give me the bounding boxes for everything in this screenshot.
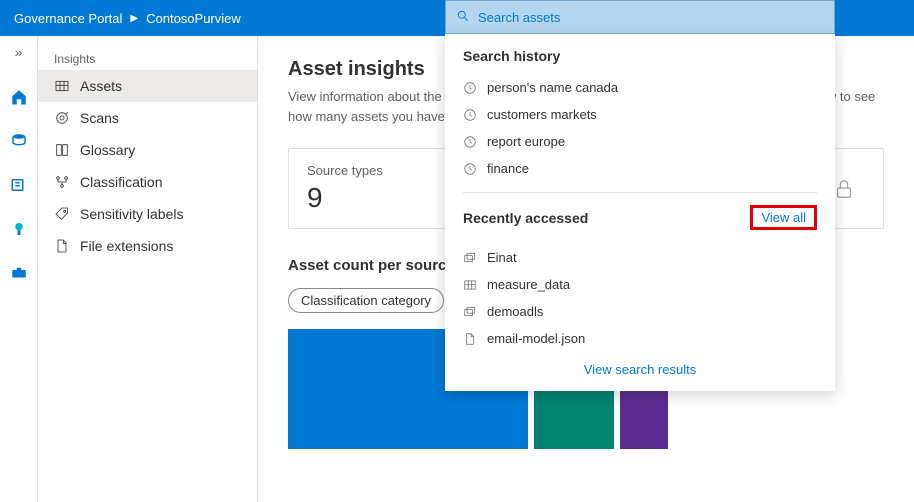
sidebar-item-file-extensions[interactable]: File extensions — [38, 230, 257, 262]
file-icon — [54, 238, 70, 254]
rail-insights-icon[interactable] — [0, 216, 38, 242]
filter-pill[interactable]: Classification category — [288, 288, 444, 313]
sidebar-item-classification[interactable]: Classification — [38, 166, 257, 198]
folders-icon — [463, 251, 477, 265]
sidebar-item-label: File extensions — [80, 238, 173, 254]
history-item[interactable]: report europe — [463, 128, 817, 155]
history-label: customers markets — [487, 107, 597, 122]
sidebar-item-label: Classification — [80, 174, 162, 190]
view-search-results-link[interactable]: View search results — [584, 362, 696, 377]
search-overlay: Search history person's name canada custo… — [445, 0, 835, 391]
history-item[interactable]: finance — [463, 155, 817, 182]
rail-home-icon[interactable] — [0, 84, 38, 110]
book-icon — [54, 142, 70, 158]
sidebar-item-label: Scans — [80, 110, 119, 126]
divider — [463, 192, 817, 193]
tag-icon — [54, 206, 70, 222]
history-item[interactable]: customers markets — [463, 101, 817, 128]
rail-management-icon[interactable] — [0, 260, 38, 286]
lock-icon — [833, 178, 855, 200]
table-icon — [54, 78, 70, 94]
sidebar-item-sensitivity-labels[interactable]: Sensitivity labels — [38, 198, 257, 230]
flow-icon — [54, 174, 70, 190]
recent-heading: Recently accessed — [463, 210, 588, 226]
search-dropdown: Search history person's name canada custo… — [445, 34, 835, 391]
recent-item[interactable]: demoadls — [463, 298, 817, 325]
icon-rail: » — [0, 36, 38, 502]
history-label: finance — [487, 161, 529, 176]
sidebar-item-label: Sensitivity labels — [80, 206, 184, 222]
sidebar-item-scans[interactable]: Scans — [38, 102, 257, 134]
sidebar-item-label: Glossary — [80, 142, 135, 158]
card-source-types: Source types 9 — [288, 148, 448, 229]
breadcrumb-root[interactable]: Governance Portal — [14, 11, 122, 26]
collapse-toggle[interactable]: » — [15, 44, 23, 60]
recent-item[interactable]: measure_data — [463, 271, 817, 298]
sidebar-item-assets[interactable]: Assets — [38, 70, 257, 102]
search-icon — [456, 9, 470, 26]
rail-catalog-icon[interactable] — [0, 172, 38, 198]
breadcrumb-current[interactable]: ContosoPurview — [146, 11, 241, 26]
sidebar-item-label: Assets — [80, 78, 122, 94]
sidebar-item-glossary[interactable]: Glossary — [38, 134, 257, 166]
clock-icon — [463, 135, 477, 149]
recent-item[interactable]: email-model.json — [463, 325, 817, 352]
chevron-right-icon: ▶ — [130, 13, 138, 24]
search-history-heading: Search history — [463, 48, 817, 64]
sidebar: Insights Assets Scans Glossary Classificati… — [38, 36, 258, 502]
file-icon — [463, 332, 477, 346]
search-input[interactable] — [478, 10, 824, 25]
view-all-link[interactable]: View all — [750, 205, 817, 230]
sidebar-heading: Insights — [38, 46, 257, 70]
folders-icon — [463, 305, 477, 319]
history-item[interactable]: person's name canada — [463, 74, 817, 101]
table-icon — [463, 278, 477, 292]
recent-label: demoadls — [487, 304, 543, 319]
recent-item[interactable]: Einat — [463, 244, 817, 271]
clock-icon — [463, 108, 477, 122]
recent-label: Einat — [487, 250, 517, 265]
history-label: person's name canada — [487, 80, 618, 95]
history-label: report europe — [487, 134, 565, 149]
search-box[interactable] — [445, 0, 835, 34]
card-value: 9 — [307, 182, 429, 214]
card-label: Source types — [307, 163, 429, 178]
rail-data-icon[interactable] — [0, 128, 38, 154]
recent-label: measure_data — [487, 277, 570, 292]
target-icon — [54, 110, 70, 126]
clock-icon — [463, 81, 477, 95]
clock-icon — [463, 162, 477, 176]
recent-label: email-model.json — [487, 331, 585, 346]
